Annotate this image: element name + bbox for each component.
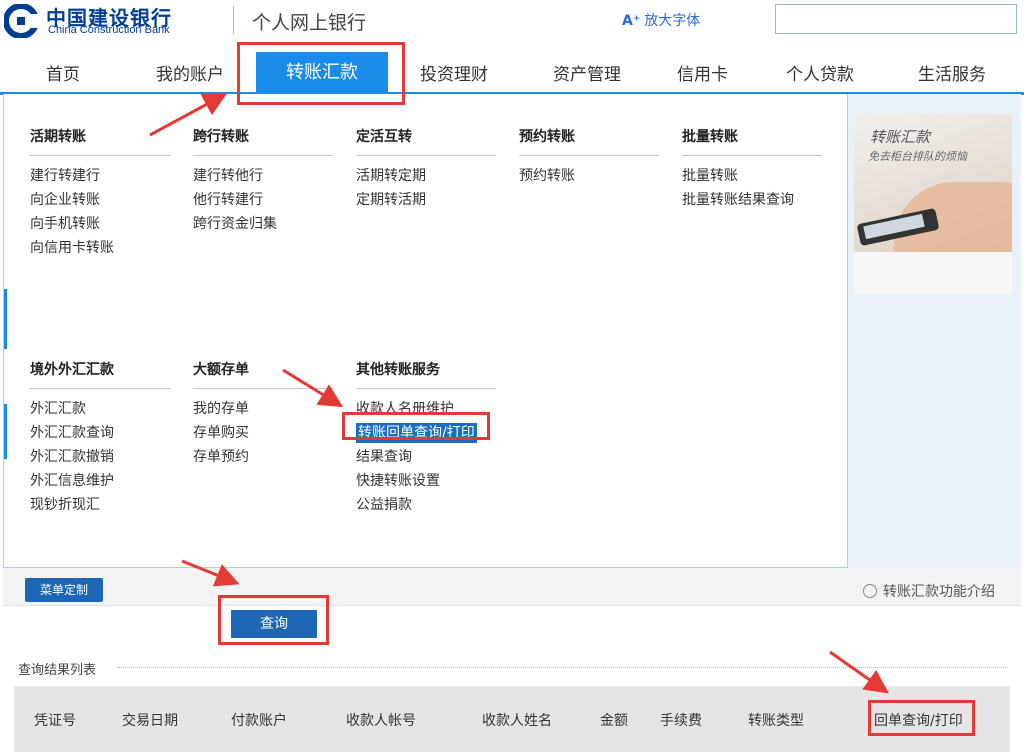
enlarge-font-label: 放大字体 (644, 13, 701, 29)
feature-intro-link[interactable]: 转账汇款功能介绍 (863, 581, 995, 601)
annotation-box-transfer-tab (237, 42, 405, 105)
menu-link[interactable]: 外汇汇款 (30, 397, 170, 421)
menu-col-large-deposit: 大额存单 我的存单 存单购买 存单预约 (193, 359, 333, 469)
menu-link[interactable]: 快捷转账设置 (356, 469, 496, 493)
menu-link[interactable]: 结果查询 (356, 445, 496, 469)
menu-link[interactable]: 向手机转账 (30, 212, 170, 236)
feature-intro-label: 转账汇款功能介绍 (883, 584, 995, 600)
customize-menu-button[interactable]: 菜单定制 (25, 578, 103, 602)
nav-item-credit-card[interactable]: 信用卡 (677, 60, 728, 85)
promo-sidebar: 转账汇款 免去柜台排队的烦恼 (847, 94, 1021, 568)
site-name: 个人网上银行 (252, 12, 367, 34)
menu-link[interactable]: 外汇汇款撤销 (30, 445, 170, 469)
paper-illustration (854, 252, 1012, 294)
promo-title: 转账汇款 (870, 128, 931, 146)
menu-link[interactable]: 公益捐款 (356, 493, 496, 517)
column-header-payee-account: 收款人帐号 (346, 713, 416, 729)
menu-link[interactable]: 外汇汇款查询 (30, 421, 170, 445)
menu-col-title: 批量转账 (682, 126, 822, 156)
menu-link[interactable]: 跨行资金归集 (193, 212, 333, 236)
enlarge-font-button[interactable]: A⁺ 放大字体 (622, 10, 700, 30)
results-title: 查询结果列表 (18, 663, 97, 678)
font-size-icon: A⁺ (622, 13, 641, 29)
menu-col-title: 活期转账 (30, 126, 170, 156)
menu-link[interactable]: 建行转他行 (193, 164, 333, 188)
lightbulb-icon (863, 584, 877, 598)
menu-link[interactable]: 现钞折现汇 (30, 493, 170, 517)
nav-item-home[interactable]: 首页 (46, 60, 80, 85)
menu-col-title: 大额存单 (193, 359, 333, 389)
menu-link[interactable]: 预约转账 (519, 164, 659, 188)
menu-link[interactable]: 存单预约 (193, 445, 333, 469)
annotation-box-receipt-link (342, 412, 490, 440)
panel-edge-accent (4, 404, 7, 459)
column-header-voucher-no: 凭证号 (34, 713, 76, 729)
header: 中国建设银行 China Construction Bank 个人网上银行 A⁺… (0, 0, 1024, 42)
menu-link[interactable]: 批量转账结果查询 (682, 188, 822, 212)
main-nav: 首页 我的账户 转账汇款 投资理财 资产管理 信用卡 个人贷款 生活服务 (0, 52, 1024, 94)
menu-col-title: 定活互转 (356, 126, 496, 156)
annotation-box-receipt-column (868, 700, 975, 736)
menu-col-title: 预约转账 (519, 126, 659, 156)
nav-item-my-account[interactable]: 我的账户 (156, 60, 224, 85)
nav-item-investment[interactable]: 投资理财 (420, 60, 488, 85)
column-header-trade-date: 交易日期 (122, 713, 178, 729)
results-divider (118, 667, 1008, 668)
column-header-transfer-type: 转账类型 (748, 713, 804, 729)
menu-link[interactable]: 批量转账 (682, 164, 822, 188)
menu-link[interactable]: 建行转建行 (30, 164, 170, 188)
column-header-amount: 金额 (600, 713, 628, 729)
menu-link[interactable]: 外汇信息维护 (30, 469, 170, 493)
panel-edge-accent (4, 289, 7, 349)
menu-col-interbank: 跨行转账 建行转他行 他行转建行 跨行资金归集 (193, 126, 333, 236)
ccb-logo-icon (4, 4, 38, 38)
nav-item-life-services[interactable]: 生活服务 (918, 60, 986, 85)
menu-link[interactable]: 活期转定期 (356, 164, 496, 188)
menu-link[interactable]: 向信用卡转账 (30, 236, 170, 260)
menu-col-batch: 批量转账 批量转账 批量转账结果查询 (682, 126, 822, 212)
menu-col-fixed-current: 定活互转 活期转定期 定期转活期 (356, 126, 496, 212)
menu-col-title: 其他转账服务 (356, 359, 496, 389)
annotation-box-query-button (218, 595, 329, 645)
menu-col-title: 境外外汇汇款 (30, 359, 170, 389)
menu-col-title: 跨行转账 (193, 126, 333, 156)
nav-item-asset-management[interactable]: 资产管理 (553, 60, 621, 85)
column-header-payee-name: 收款人姓名 (482, 713, 552, 729)
column-header-fee: 手续费 (660, 713, 702, 729)
annotation-arrow (829, 650, 889, 694)
menu-col-scheduled: 预约转账 预约转账 (519, 126, 659, 188)
menu-link[interactable]: 定期转活期 (356, 188, 496, 212)
menu-link[interactable]: 向企业转账 (30, 188, 170, 212)
search-input[interactable] (775, 4, 1017, 34)
column-header-payer-account: 付款账户 (231, 713, 287, 729)
menu-col-overseas-remittance: 境外外汇汇款 外汇汇款 外汇汇款查询 外汇汇款撤销 外汇信息维护 现钞折现汇 (30, 359, 170, 517)
header-divider (233, 6, 234, 34)
menu-link[interactable]: 他行转建行 (193, 188, 333, 212)
promo-subtitle: 免去柜台排队的烦恼 (868, 150, 967, 163)
menu-col-current-transfer: 活期转账 建行转建行 向企业转账 向手机转账 向信用卡转账 (30, 126, 170, 260)
promo-banner[interactable]: 转账汇款 免去柜台排队的烦恼 (854, 114, 1012, 294)
menu-link[interactable]: 存单购买 (193, 421, 333, 445)
nav-item-personal-loan[interactable]: 个人贷款 (786, 60, 854, 85)
bank-name-en: China Construction Bank (48, 24, 170, 36)
menu-link[interactable]: 我的存单 (193, 397, 333, 421)
